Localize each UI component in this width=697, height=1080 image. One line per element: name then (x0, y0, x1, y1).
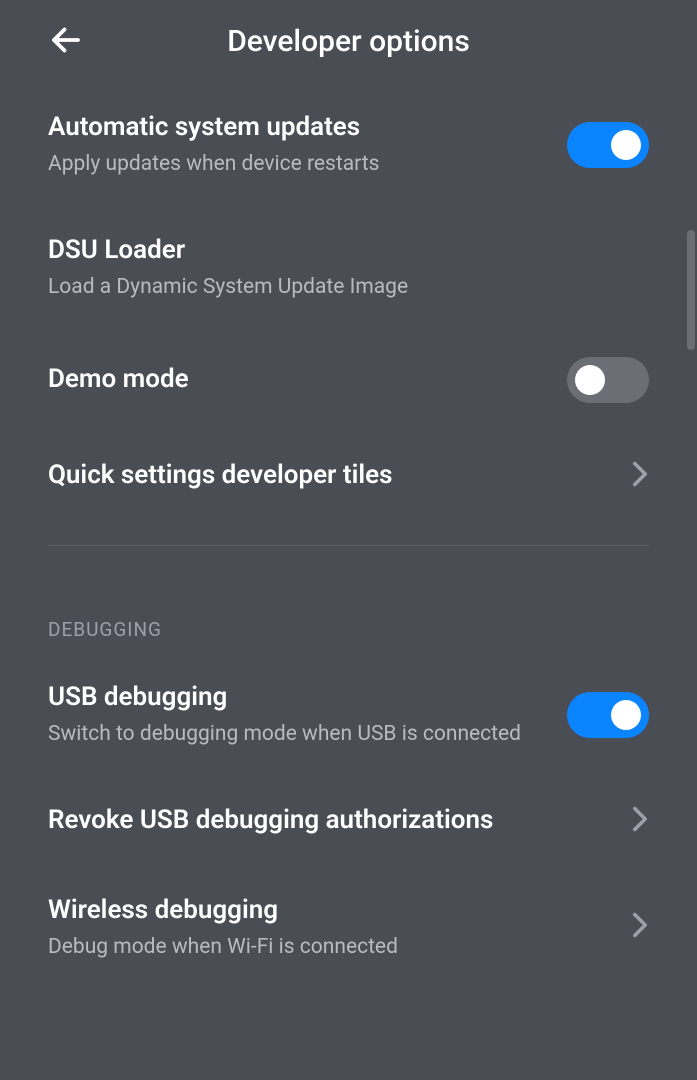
setting-auto-system-updates[interactable]: Automatic system updates Apply updates w… (48, 83, 649, 206)
setting-title: Revoke USB debugging authorizations (48, 804, 611, 838)
setting-demo-mode[interactable]: Demo mode (48, 329, 649, 431)
setting-quick-settings-tiles[interactable]: Quick settings developer tiles (48, 431, 649, 521)
setting-title: USB debugging (48, 681, 547, 715)
setting-title: Demo mode (48, 363, 547, 397)
back-icon[interactable] (48, 22, 84, 62)
divider (48, 545, 649, 546)
setting-subtitle: Switch to debugging mode when USB is con… (48, 721, 547, 748)
setting-usb-debugging[interactable]: USB debugging Switch to debugging mode w… (48, 653, 649, 776)
setting-revoke-usb-auth[interactable]: Revoke USB debugging authorizations (48, 776, 649, 866)
page-title: Developer options (48, 24, 649, 59)
toggle-usb-debugging[interactable] (567, 692, 649, 738)
header: Developer options (0, 0, 697, 83)
section-header-debugging: DEBUGGING (48, 570, 649, 653)
toggle-demo-mode[interactable] (567, 357, 649, 403)
chevron-right-icon (631, 805, 649, 837)
setting-wireless-debugging[interactable]: Wireless debugging Debug mode when Wi-Fi… (48, 866, 649, 989)
setting-title: Wireless debugging (48, 894, 611, 928)
setting-subtitle: Debug mode when Wi-Fi is connected (48, 934, 611, 961)
setting-title: Quick settings developer tiles (48, 459, 611, 493)
setting-title: DSU Loader (48, 234, 629, 268)
toggle-auto-system-updates[interactable] (567, 122, 649, 168)
setting-title: Automatic system updates (48, 111, 547, 145)
setting-subtitle: Load a Dynamic System Update Image (48, 274, 629, 301)
setting-subtitle: Apply updates when device restarts (48, 151, 547, 178)
scrollbar[interactable] (687, 230, 695, 350)
setting-dsu-loader[interactable]: DSU Loader Load a Dynamic System Update … (48, 206, 649, 329)
chevron-right-icon (631, 460, 649, 492)
chevron-right-icon (631, 911, 649, 943)
